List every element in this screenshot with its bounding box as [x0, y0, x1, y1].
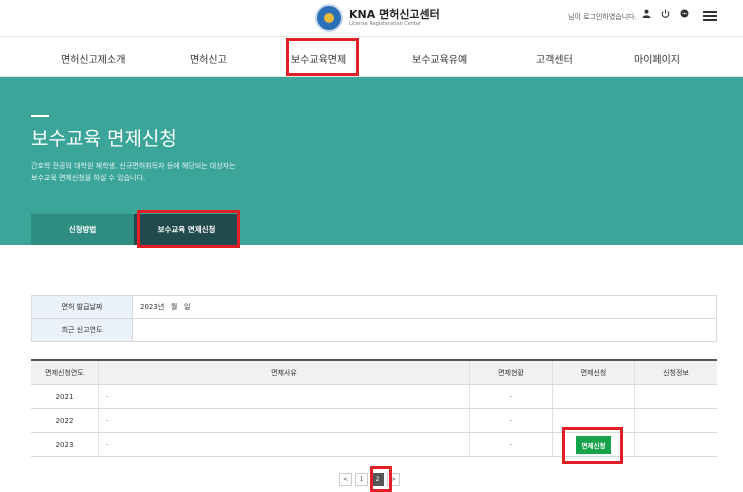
row-year: 2021 — [31, 385, 99, 408]
row-status: - — [470, 409, 553, 432]
col-header-year: 면제신청연도 — [31, 361, 99, 384]
row-year: 2022 — [31, 409, 99, 432]
row-info — [635, 409, 717, 432]
logo-subtitle: License Registeration Center — [349, 21, 422, 27]
highlight-box-page — [370, 466, 392, 492]
info-row: 면허 발급날짜 2023년 월 일 — [31, 296, 717, 319]
table-row: 2021 - - — [31, 385, 717, 409]
col-header-status: 면제현황 — [470, 361, 553, 384]
info-row: 최근 신고연도 — [31, 319, 717, 342]
table-header-row: 면제신청연도 면제사유 면제현황 면제신청 신청정보 — [31, 361, 717, 385]
row-info — [635, 433, 717, 456]
row-reason: - — [99, 433, 470, 456]
site-logo[interactable]: KNA 면허신고센터 License Registeration Center — [315, 4, 440, 32]
prev-page-button[interactable]: < — [339, 473, 352, 486]
nav-license-report[interactable]: 면허신고 — [190, 51, 227, 66]
col-header-apply: 면제신청 — [553, 361, 635, 384]
col-header-reason: 면제사유 — [99, 361, 470, 384]
license-info-table: 면허 발급날짜 2023년 월 일 최근 신고연도 — [31, 295, 717, 342]
main-navigation: 면허신고제소개 면허신고 보수교육면제 보수교육유예 고객센터 마이페이지 — [0, 36, 743, 77]
page-description: 간호학 전공의 대학원 재학생, 신규면허취득자 등에 해당되는 대상자는 보수… — [31, 160, 236, 184]
row-status: - — [470, 433, 553, 456]
row-apply — [553, 385, 635, 408]
description-line-1: 간호학 전공의 대학원 재학생, 신규면허취득자 등에 해당되는 대상자는 — [31, 162, 236, 170]
recent-report-year-label: 최근 신고연도 — [31, 319, 133, 341]
description-line-2: 보수교육 면제신청을 하실 수 있습니다. — [31, 174, 146, 182]
row-reason: - — [99, 385, 470, 408]
power-icon[interactable] — [661, 9, 670, 18]
row-status: - — [470, 385, 553, 408]
menu-icon[interactable] — [703, 11, 717, 21]
highlight-box-nav — [286, 38, 359, 76]
logo-title: KNA 면허신고센터 — [349, 8, 440, 21]
highlight-box-apply — [562, 427, 623, 464]
nav-mypage[interactable]: 마이페이지 — [634, 51, 680, 66]
col-header-info: 신청정보 — [663, 368, 689, 377]
recent-report-year-value — [133, 319, 717, 341]
page-1-button[interactable]: 1 — [355, 473, 368, 486]
row-info — [635, 385, 717, 408]
hero-accent-bar — [31, 115, 49, 117]
nav-license-intro[interactable]: 면허신고제소개 — [61, 51, 125, 66]
hero-banner: 보수교육 면제신청 간호학 전공의 대학원 재학생, 신규면허취득자 등에 해당… — [0, 77, 743, 245]
page-title: 보수교육 면제신청 — [31, 128, 177, 150]
chat-icon[interactable] — [680, 9, 689, 18]
nav-education-deferral[interactable]: 보수교육유예 — [412, 51, 467, 66]
row-reason: - — [99, 409, 470, 432]
license-issue-date-label: 면허 발급날짜 — [31, 296, 133, 318]
license-issue-date-value: 2023년 월 일 — [133, 296, 717, 318]
tab-how-to-apply[interactable]: 신청방법 — [31, 214, 134, 245]
nav-customer-center[interactable]: 고객센터 — [536, 51, 573, 66]
logo-emblem-icon — [315, 4, 343, 32]
top-bar: KNA 면허신고센터 License Registeration Center … — [0, 0, 743, 36]
row-year: 2023 — [31, 433, 99, 456]
highlight-box-tab — [137, 210, 240, 248]
user-icon[interactable] — [642, 9, 651, 18]
login-message: 님이 로그인하였습니다. — [568, 13, 637, 21]
